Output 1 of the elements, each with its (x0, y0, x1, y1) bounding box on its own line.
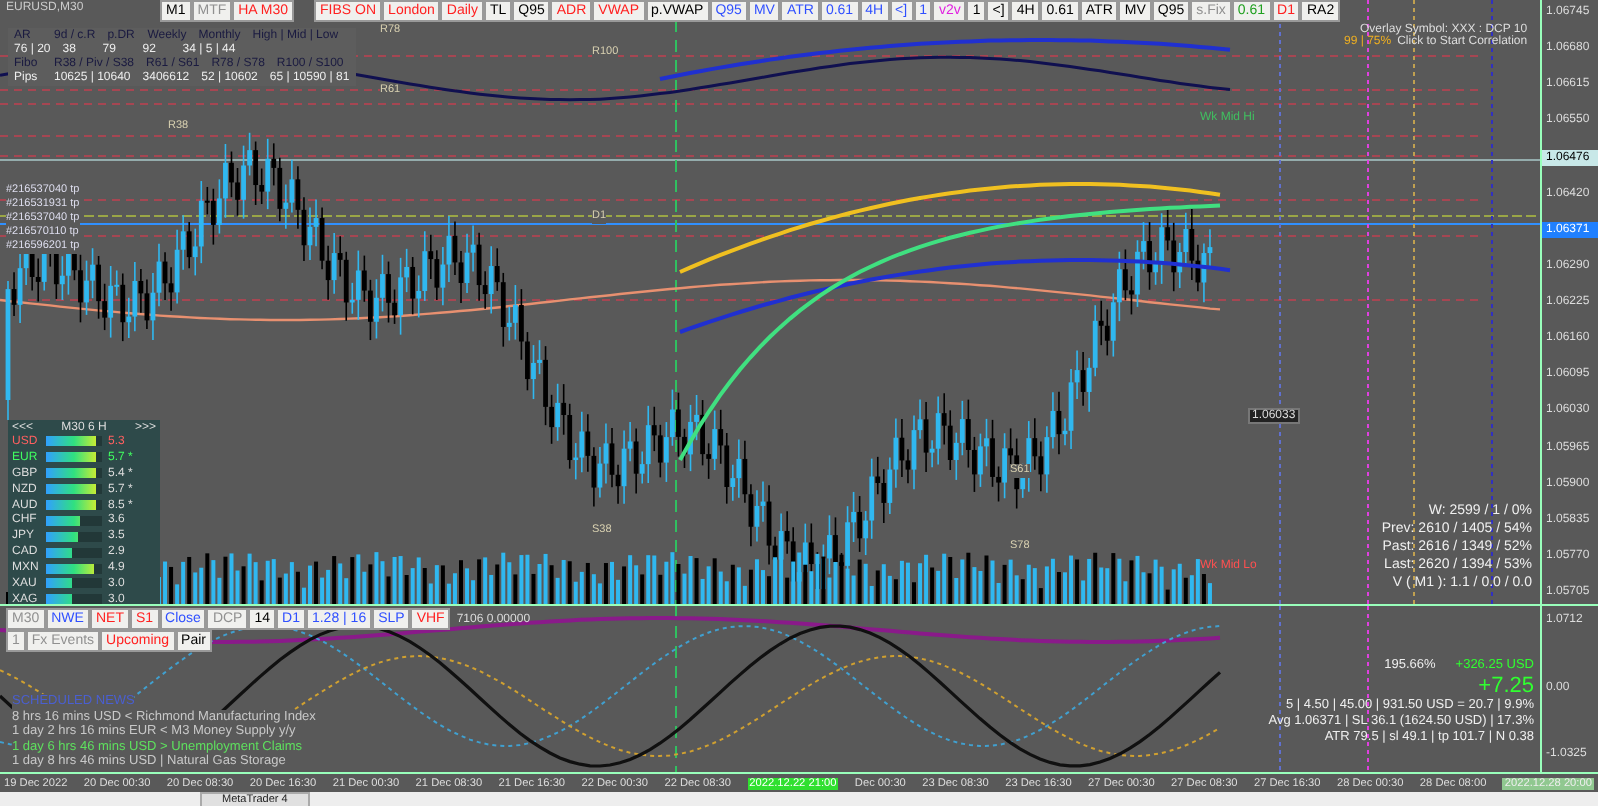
profit-pips: +7.25 (1478, 674, 1534, 698)
